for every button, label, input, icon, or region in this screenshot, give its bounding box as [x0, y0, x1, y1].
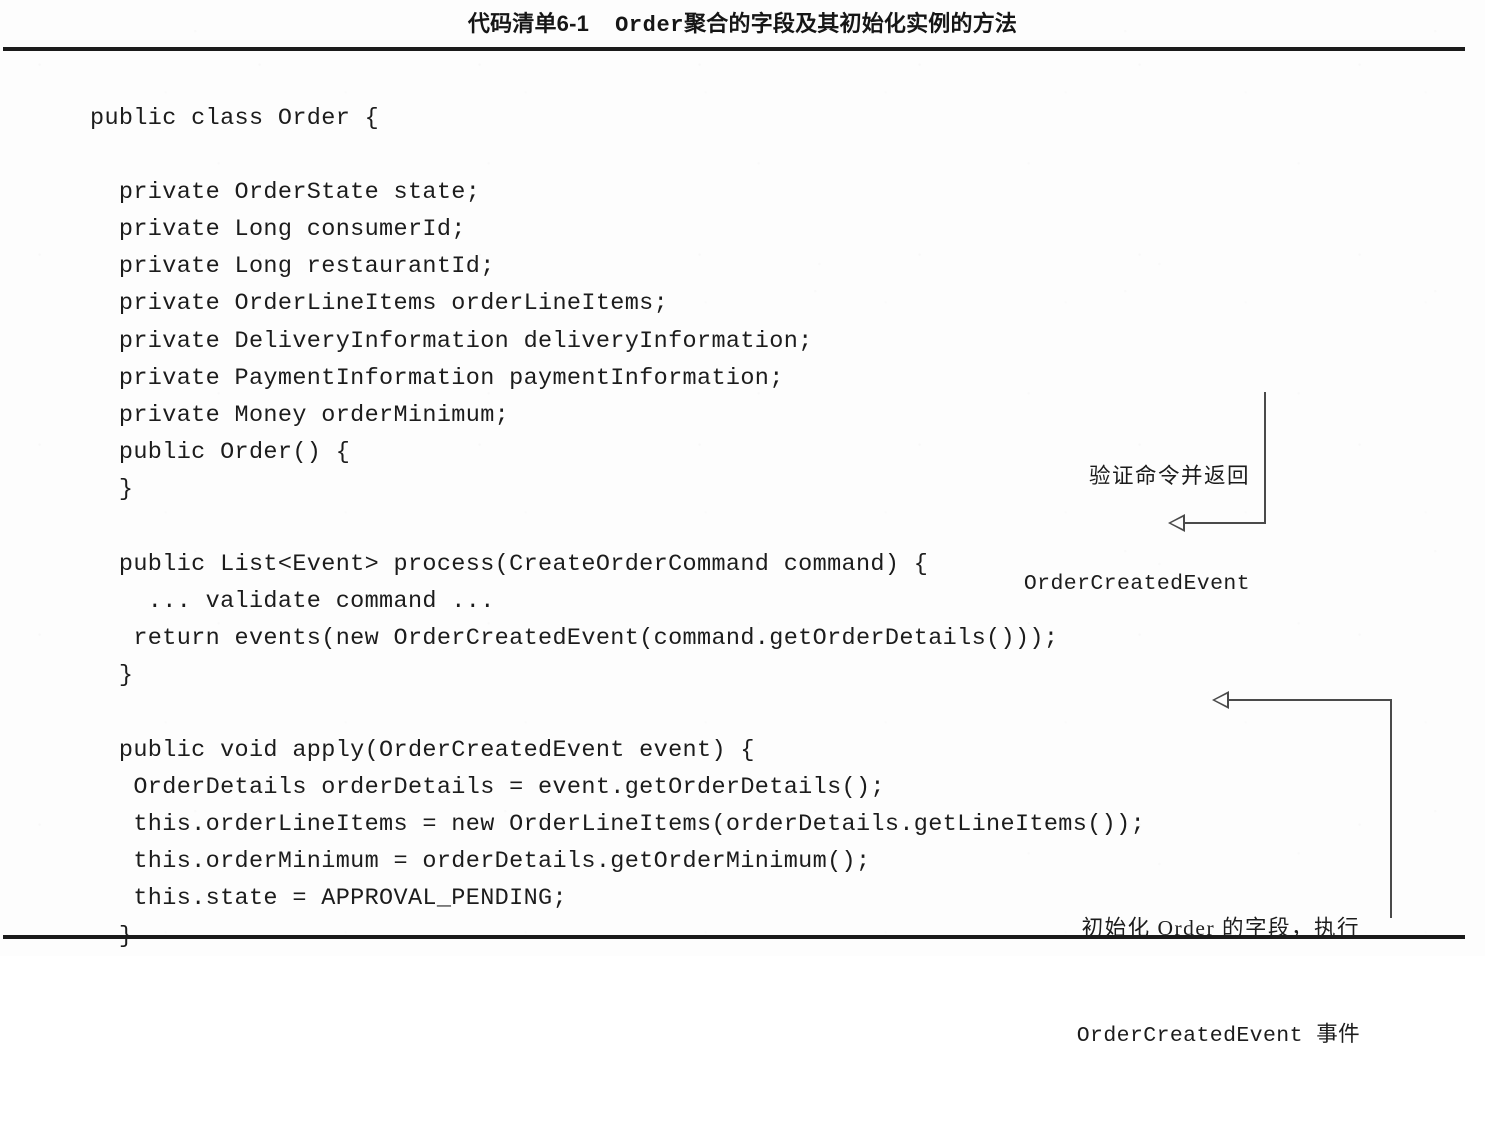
annotation-line-han: 初始化 Order 的字段，执行 [1081, 916, 1360, 940]
arrow-left-icon [1212, 691, 1229, 709]
listing-number: 代码清单6-1 [467, 11, 590, 36]
divider-top [3, 47, 1465, 51]
listing-caption: 代码清单6-1 Order聚合的字段及其初始化实例的方法 [0, 6, 1485, 38]
annotation-line-mono: OrderCreatedEvent 事件 [1076, 1024, 1360, 1048]
annotation-line-han: 验证命令并返回 [1088, 464, 1250, 488]
caption-mono-term: Order [615, 13, 685, 38]
code-line: OrderDetails orderDetails = event.getOrd… [90, 773, 885, 801]
annotation-1-stem [1264, 504, 1266, 524]
scanned-page: 代码清单6-1 Order聚合的字段及其初始化实例的方法 public class… [0, 0, 1485, 1048]
annotation-line-mono: OrderCreatedEvent [1023, 572, 1250, 596]
annotation-2-bracket [1390, 828, 1392, 918]
annotation-1-bracket [1264, 392, 1266, 504]
code-line: private Long consumerId; [90, 216, 466, 244]
annotation-2-stem [1390, 700, 1392, 830]
code-line: private DeliveryInformation deliveryInfo… [90, 327, 813, 355]
code-line: private Long restaurantId; [90, 253, 495, 281]
annotation-initialize-fields: 初始化 Order 的字段，执行 OrderCreatedEvent 事件 [960, 838, 1360, 1126]
code-line: public class Order { [90, 104, 380, 132]
annotation-2-arm [1228, 699, 1392, 701]
annotation-validate-command: 验证命令并返回 OrderCreatedEvent [920, 386, 1250, 674]
caption-title-rest: 聚合的字段及其初始化实例的方法 [684, 11, 1018, 36]
code-line: private OrderState state; [90, 178, 481, 206]
code-line: private OrderLineItems orderLineItems; [90, 290, 669, 318]
code-line: public void apply(OrderCreatedEvent even… [90, 736, 755, 764]
